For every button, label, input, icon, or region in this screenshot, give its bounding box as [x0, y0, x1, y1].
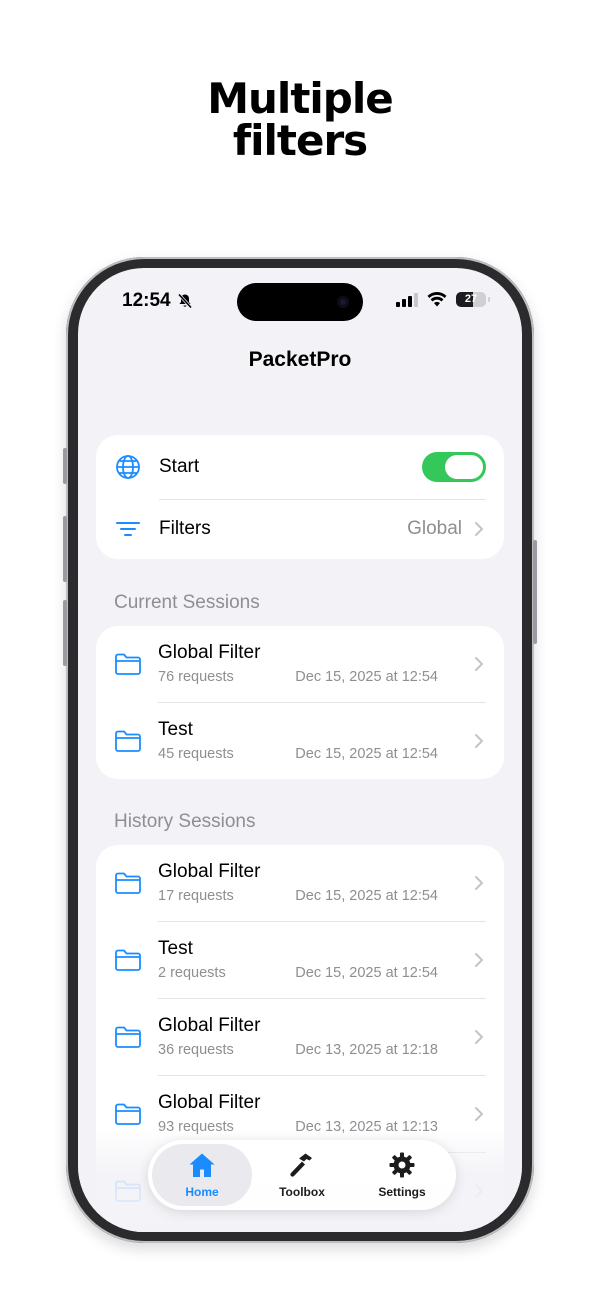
- session-row[interactable]: Test 2 requests Dec 15, 2025 at 12:54: [96, 922, 504, 999]
- chevron-right-icon: [475, 657, 483, 671]
- session-row[interactable]: Test 45 requests Dec 15, 2025 at 12:54: [96, 703, 504, 779]
- bell-slash-icon: [177, 293, 192, 309]
- status-indicators: 27: [396, 292, 490, 307]
- filters-row[interactable]: Filters Global: [96, 499, 504, 559]
- session-name: Global Filter: [158, 861, 261, 882]
- chevron-right-icon: [475, 522, 483, 536]
- session-name: Test: [158, 938, 193, 959]
- session-name: Global Filter: [158, 1015, 261, 1036]
- session-name: Global Filter: [158, 642, 261, 663]
- session-date: Dec 13, 2025 at 12:18: [295, 1042, 438, 1058]
- camera-icon: [337, 296, 349, 308]
- folder-icon: [115, 1103, 141, 1125]
- marketing-headline: Multiple filters: [0, 78, 600, 162]
- tab-settings[interactable]: Settings: [352, 1144, 452, 1206]
- controls-card: Start Filters Global: [96, 435, 504, 559]
- chevron-right-icon: [475, 1030, 483, 1044]
- folder-icon: [115, 1026, 141, 1048]
- dynamic-island: [237, 283, 363, 321]
- history-sessions-header: History Sessions: [114, 811, 256, 832]
- chevron-right-icon: [475, 1107, 483, 1121]
- start-row: Start: [96, 435, 504, 499]
- folder-icon: [115, 949, 141, 971]
- toggle-knob: [445, 455, 483, 479]
- status-time: 12:54: [122, 290, 193, 312]
- session-date: Dec 15, 2025 at 12:54: [295, 669, 438, 685]
- folder-icon: [115, 872, 141, 894]
- globe-icon: [116, 455, 140, 479]
- phone-volume-up: [63, 516, 67, 582]
- chevron-right-icon: [475, 953, 483, 967]
- folder-icon: [115, 730, 141, 752]
- gear-icon: [389, 1152, 415, 1178]
- current-sessions-card: Global Filter 76 requests Dec 15, 2025 a…: [96, 626, 504, 779]
- session-name: Global Filter: [158, 1092, 261, 1113]
- status-time-text: 12:54: [122, 290, 171, 311]
- current-sessions-header: Current Sessions: [114, 592, 260, 613]
- battery-icon: 27: [456, 292, 490, 307]
- house-icon: [189, 1153, 215, 1177]
- headline-line-2: filters: [232, 116, 368, 165]
- folder-icon: [115, 653, 141, 675]
- session-row[interactable]: Global Filter 76 requests Dec 15, 2025 a…: [96, 626, 504, 703]
- tab-toolbox[interactable]: Toolbox: [252, 1144, 352, 1206]
- battery-level: 27: [464, 293, 478, 305]
- phone-side-button: [63, 448, 67, 484]
- phone-power-button: [533, 540, 537, 644]
- hammer-icon: [290, 1153, 312, 1177]
- tab-home[interactable]: Home: [152, 1144, 252, 1206]
- session-count: 17 requests: [158, 888, 234, 904]
- filters-value: Global: [407, 518, 462, 539]
- headline-line-1: Multiple: [207, 74, 394, 123]
- session-count: 76 requests: [158, 669, 234, 685]
- phone-volume-down: [63, 600, 67, 666]
- app-title: PacketPro: [248, 348, 352, 371]
- chevron-right-icon: [475, 734, 483, 748]
- session-date: Dec 15, 2025 at 12:54: [295, 746, 438, 762]
- tab-toolbox-label: Toolbox: [279, 1185, 325, 1199]
- wifi-icon: [427, 292, 447, 307]
- start-label: Start: [159, 456, 200, 477]
- phone-screen: 12:54 27 PacketPro Start Filters Global …: [78, 268, 522, 1232]
- session-date: Dec 15, 2025 at 12:54: [295, 965, 438, 981]
- filters-label: Filters: [159, 518, 211, 539]
- session-count: 2 requests: [158, 965, 226, 981]
- chevron-right-icon: [475, 876, 483, 890]
- start-toggle[interactable]: [422, 452, 486, 482]
- tab-settings-label: Settings: [378, 1185, 426, 1199]
- tab-home-label: Home: [185, 1185, 219, 1199]
- filter-lines-icon: [116, 522, 140, 536]
- session-name: Test: [158, 719, 193, 740]
- session-count: 36 requests: [158, 1042, 234, 1058]
- session-row[interactable]: Global Filter 17 requests Dec 15, 2025 a…: [96, 845, 504, 922]
- session-row[interactable]: Global Filter 36 requests Dec 13, 2025 a…: [96, 999, 504, 1076]
- session-date: Dec 15, 2025 at 12:54: [295, 888, 438, 904]
- session-count: 45 requests: [158, 746, 234, 762]
- cellular-signal-icon: [396, 292, 418, 307]
- tab-bar: Home Toolbox Settings: [148, 1140, 456, 1210]
